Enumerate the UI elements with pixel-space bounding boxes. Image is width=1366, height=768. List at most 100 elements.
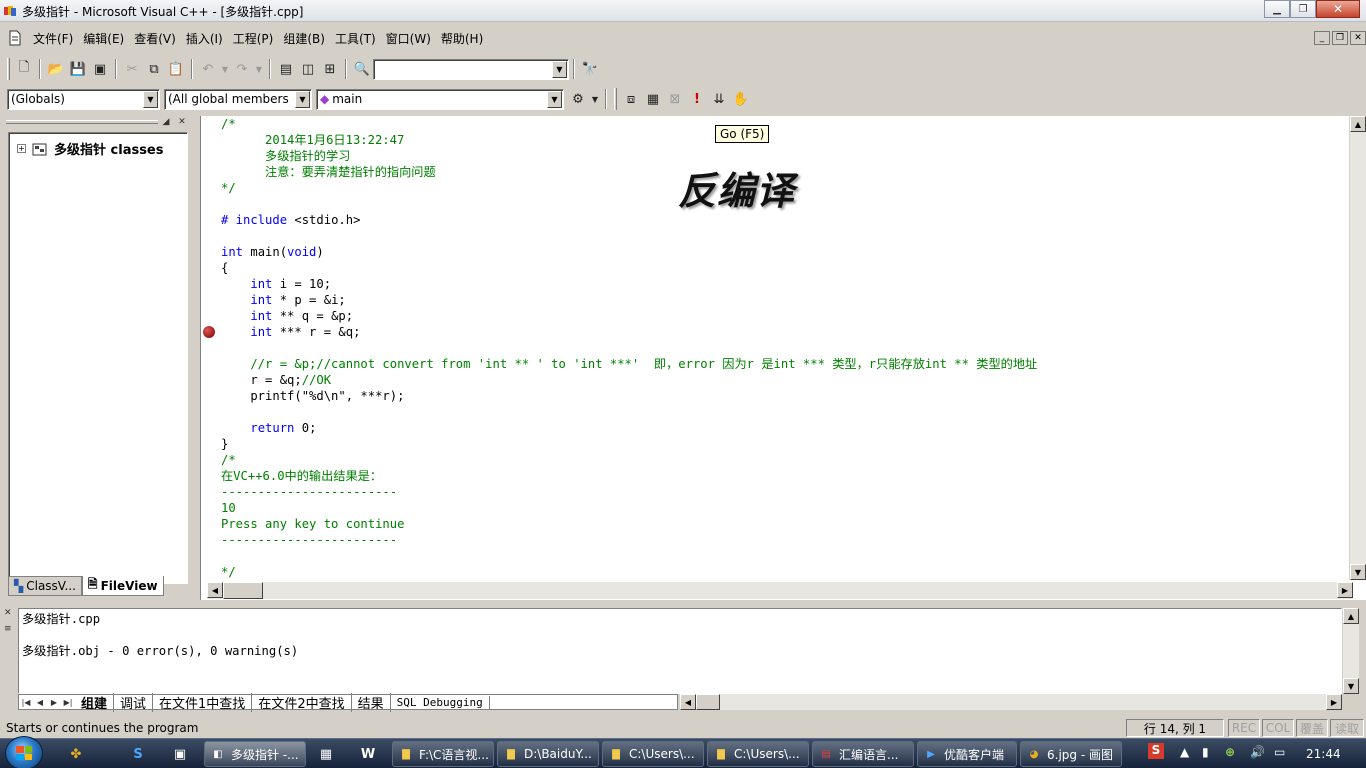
scroll-down-icon[interactable]: ▼	[1350, 564, 1366, 580]
redo-icon[interactable]: ↷	[231, 58, 253, 80]
task-folder-3[interactable]: ▇ C:\Users\...	[602, 741, 704, 767]
network-icon[interactable]: ▭	[1274, 745, 1285, 759]
tree-node-classes[interactable]: + 多级指针 classes	[17, 139, 164, 158]
scroll-up-icon[interactable]: ▲	[1350, 116, 1366, 132]
go-icon[interactable]: ⇊	[708, 88, 730, 110]
stop-build-icon[interactable]: ⊠	[664, 88, 686, 110]
menu-insert[interactable]: 插入(I)	[181, 30, 228, 47]
sogou-ime-icon[interactable]: S	[1148, 743, 1164, 759]
breakpoint-icon[interactable]	[203, 326, 215, 338]
workspace-window-icon[interactable]: ▤	[275, 58, 297, 80]
copy-icon[interactable]: ⧉	[143, 58, 165, 80]
editor-gutter[interactable]	[201, 116, 219, 580]
output-window-icon[interactable]: ◫	[297, 58, 319, 80]
menu-help[interactable]: 帮助(H)	[436, 30, 488, 47]
quicklaunch-icon-4[interactable]: ▦	[316, 744, 336, 764]
menu-view[interactable]: 查看(V)	[129, 30, 181, 47]
mdi-close-button[interactable]: ✕	[1350, 31, 1366, 45]
task-folder-1[interactable]: ▇ F:\C语言视...	[392, 741, 494, 767]
task-pdf[interactable]: ▤ 汇编语言...	[812, 741, 914, 767]
chevron-down-icon[interactable]: ▼	[295, 90, 310, 108]
maximize-button[interactable]: ❐	[1290, 0, 1316, 18]
task-folder-4[interactable]: ▇ C:\Users\...	[707, 741, 809, 767]
tab-next-icon[interactable]: ▶	[47, 698, 61, 707]
window-list-icon[interactable]: ⊞	[319, 58, 341, 80]
tray-expand-icon[interactable]: ▲	[1180, 745, 1189, 759]
scroll-thumb[interactable]	[223, 582, 263, 599]
menu-file[interactable]: 文件(F)	[28, 30, 78, 47]
tray-device-icon[interactable]: ▮	[1202, 745, 1209, 759]
menu-tools[interactable]: 工具(T)	[330, 30, 381, 47]
undo-dropdown-icon[interactable]: ▼	[219, 58, 231, 80]
task-youku[interactable]: ▶ 优酷客户端	[917, 741, 1017, 767]
find-in-files-icon[interactable]: 🔍	[351, 58, 373, 80]
task-folder-2[interactable]: ▇ D:\BaiduY...	[497, 741, 599, 767]
compile-icon[interactable]: ⧈	[620, 88, 642, 110]
quicklaunch-media-icon[interactable]: ▣	[170, 744, 190, 764]
scroll-right-icon[interactable]: ▶	[1337, 582, 1353, 598]
tab-sql-debugging[interactable]: SQL Debugging	[391, 695, 490, 709]
output-vertical-scrollbar[interactable]: ▲ ▼	[1343, 608, 1359, 694]
chevron-down-icon[interactable]: ▼	[143, 90, 158, 108]
chevron-down-icon[interactable]: ▼	[552, 60, 567, 78]
build-icon[interactable]: ▦	[642, 88, 664, 110]
editor-vertical-scrollbar[interactable]: ▲ ▼	[1349, 116, 1366, 580]
scroll-right-icon[interactable]: ▶	[1326, 694, 1342, 710]
pane-close-icon[interactable]: ✕	[176, 117, 188, 128]
tab-find-in-files-1[interactable]: 在文件1中查找	[153, 692, 253, 712]
tab-classview[interactable]: ▚ ClassV...	[8, 576, 82, 596]
chevron-down-icon[interactable]: ▼	[547, 90, 562, 108]
output-text[interactable]: 多级指针.cpp 多级指针.obj - 0 error(s), 0 warnin…	[18, 608, 1342, 694]
execute-icon[interactable]: !	[686, 88, 708, 110]
tab-results[interactable]: 结果	[352, 692, 391, 712]
minimize-button[interactable]: ▁	[1264, 0, 1290, 18]
paste-icon[interactable]: 📋	[165, 58, 187, 80]
expand-icon[interactable]: +	[17, 144, 26, 153]
menu-build[interactable]: 组建(B)	[278, 30, 330, 47]
open-folder-icon[interactable]: 📂	[45, 58, 67, 80]
scroll-down-icon[interactable]: ▼	[1343, 678, 1359, 694]
scroll-thumb[interactable]	[696, 694, 720, 710]
scope-combo[interactable]: (Globals) ▼	[7, 88, 160, 110]
wizard-action-dropdown-icon[interactable]: ▼	[589, 88, 601, 110]
menu-window[interactable]: 窗口(W)	[381, 30, 436, 47]
save-all-icon[interactable]: ▣	[89, 58, 111, 80]
tray-plus-icon[interactable]: ⊕	[1225, 745, 1235, 759]
quicklaunch-skype-icon[interactable]: S	[128, 744, 148, 764]
output-horizontal-scrollbar[interactable]: ◀ ▶	[680, 694, 1342, 710]
tab-last-icon[interactable]: ▶|	[61, 698, 75, 707]
cut-icon[interactable]: ✂	[121, 58, 143, 80]
editor-horizontal-scrollbar[interactable]: ◀ ▶	[207, 582, 1353, 599]
pane-maximize-icon[interactable]: ◢	[160, 117, 172, 128]
mdi-restore-button[interactable]: ❐	[1332, 31, 1348, 45]
scroll-left-icon[interactable]: ◀	[680, 694, 696, 710]
task-paint[interactable]: ◕ 6.jpg - 画图	[1020, 741, 1122, 767]
output-close-icon[interactable]: ✕	[4, 608, 16, 618]
tab-build[interactable]: 组建	[75, 692, 115, 712]
menu-edit[interactable]: 编辑(E)	[78, 30, 129, 47]
tab-prev-icon[interactable]: ◀	[33, 698, 47, 707]
members-combo[interactable]: (All global members ▼	[164, 88, 312, 110]
save-icon[interactable]: 💾	[67, 58, 89, 80]
new-file-icon[interactable]: 🗋	[13, 58, 35, 80]
quicklaunch-icon-1[interactable]: ✤	[66, 744, 86, 764]
undo-icon[interactable]: ↶	[197, 58, 219, 80]
find-combo[interactable]: ▼	[373, 58, 569, 80]
tab-debug[interactable]: 调试	[114, 692, 154, 712]
wizard-action-icon[interactable]: ⚙	[567, 88, 589, 110]
insert-breakpoint-icon[interactable]: ✋	[730, 88, 752, 110]
tab-find-in-files-2[interactable]: 在文件2中查找	[252, 692, 352, 712]
quicklaunch-word-icon[interactable]: W	[358, 744, 378, 764]
task-visual-cpp[interactable]: ◧ 多级指针 -...	[204, 741, 306, 767]
mdi-minimize-button[interactable]: _	[1314, 31, 1330, 45]
redo-dropdown-icon[interactable]: ▼	[253, 58, 265, 80]
start-button[interactable]	[5, 736, 43, 768]
volume-icon[interactable]: 🔊	[1250, 745, 1265, 759]
find-icon[interactable]: 🔭	[579, 58, 601, 80]
close-button[interactable]: ✕	[1316, 0, 1360, 18]
menu-project[interactable]: 工程(P)	[228, 30, 279, 47]
function-combo[interactable]: ◆ main ▼	[316, 88, 564, 110]
tab-first-icon[interactable]: |◀	[19, 698, 33, 707]
tab-fileview[interactable]: 🗎 FileView	[81, 576, 164, 596]
scroll-up-icon[interactable]: ▲	[1343, 608, 1359, 624]
